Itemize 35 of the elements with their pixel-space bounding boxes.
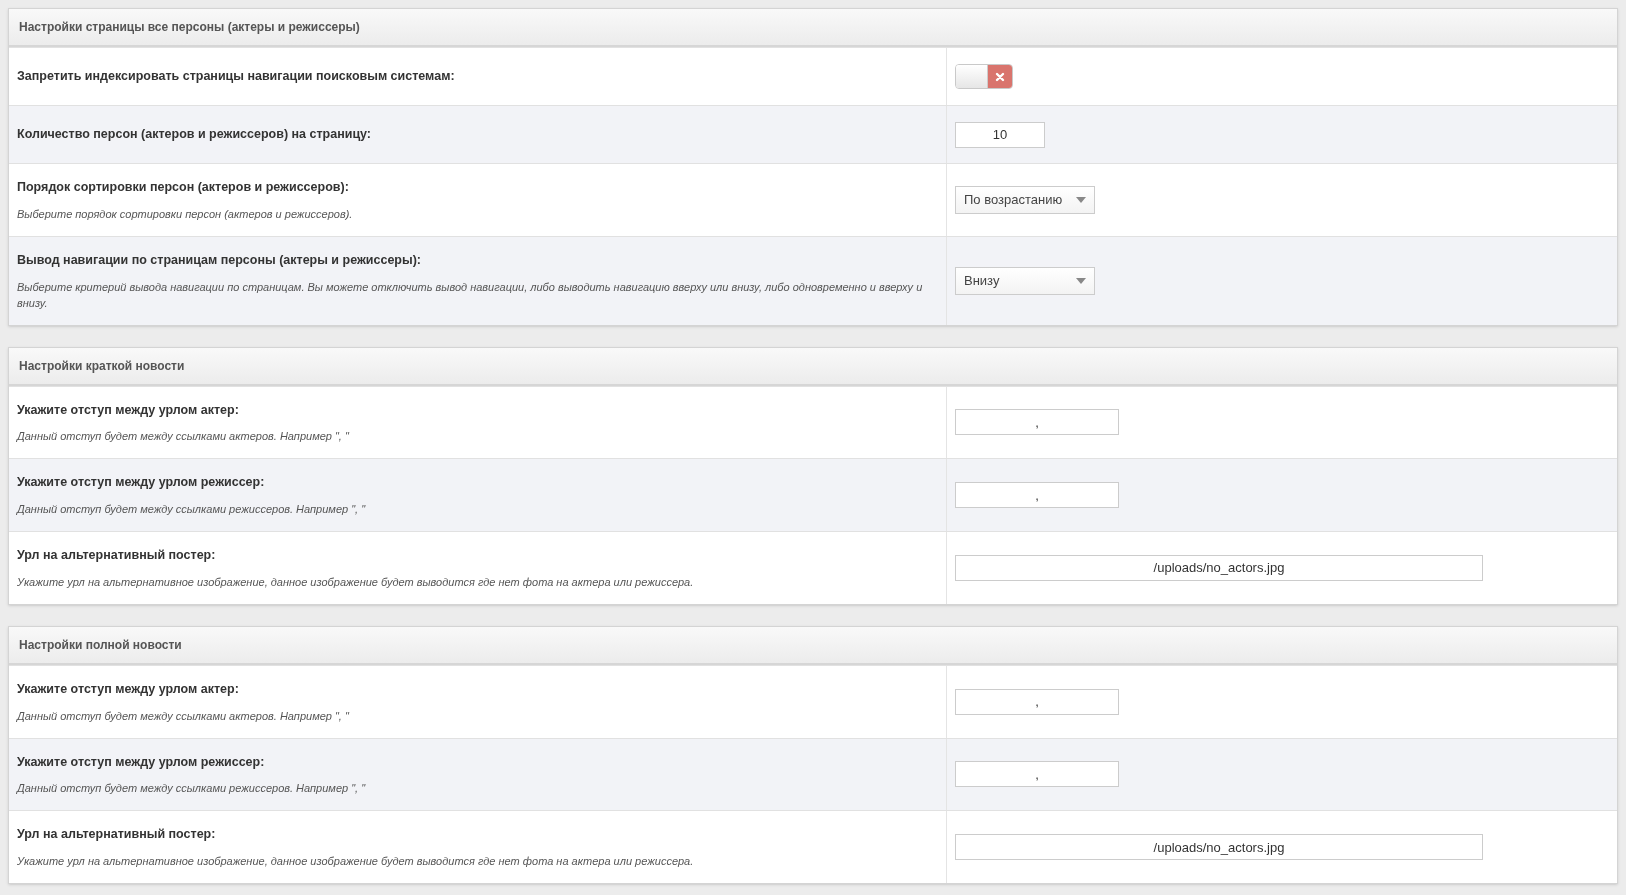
toggle-switch[interactable] (955, 64, 1013, 89)
url-field[interactable]: /uploads/no_actors.jpg (955, 554, 1483, 581)
setting-description: Укажите урл на альтернативное изображение, данное изображение будет выводится где нет фота на актера или режиссера. (17, 854, 695, 869)
setting-label: Урл на альтернативный постер: (17, 547, 217, 564)
separator-field[interactable]: , (955, 761, 1119, 788)
setting-label: Запретить индексировать страницы навигации поисковым системам: (17, 68, 456, 86)
separator-field[interactable]: , (955, 409, 1119, 436)
number-field[interactable]: 10 (955, 121, 1045, 148)
setting-label: Укажите отступ между урлом режиссер: (17, 753, 266, 771)
dropdown-select[interactable]: Внизу (955, 266, 1095, 295)
separator-field[interactable]: , (955, 688, 1119, 715)
caret-down-icon (1076, 277, 1086, 284)
url-field[interactable]: /uploads/no_actors.jpg (955, 834, 1483, 861)
dropdown-select[interactable]: По возрастанию (955, 185, 1095, 214)
setting-label: Укажите отступ между урлом актер: (17, 401, 240, 419)
setting-description: Данный отступ будет между ссылками режиссеров. Например ", " (17, 781, 367, 797)
setting-description: Данный отступ будет между ссылками режиссеров. Например ", " (17, 502, 367, 517)
toggle-knob[interactable] (956, 65, 988, 88)
setting-description: Выберите порядок сортировки персон (актеров и режиссеров). (17, 206, 354, 222)
panel-title: Настройки страницы все персоны (актеры и режиссеры) (19, 19, 360, 36)
setting-description: Данный отступ будет между ссылками актеров. Например ", " (17, 708, 351, 724)
setting-description: Выберите критерий вывода навигации по страницам. Вы можете отключить вывод навигации, либо выводить навигацию вверху или внизу, либо одновременно и вверху и внизу. (17, 279, 924, 311)
setting-label: Количество персон (актеров и режиссеров) на страницу: (17, 126, 373, 144)
separator-field[interactable]: , (955, 482, 1119, 509)
panel-title: Настройки краткой новости (19, 357, 185, 375)
setting-label: Укажите отступ между урлом актер: (17, 680, 240, 698)
setting-label: Вывод навигации по страницам персоны (актеры и режиссеры): (17, 251, 422, 269)
setting-description: Укажите урл на альтернативное изображение, данное изображение будет выводится где нет фота на актера или режиссера. (17, 574, 695, 590)
caret-down-icon (1076, 196, 1086, 203)
setting-label: Урл на альтернативный постер: (17, 826, 217, 844)
setting-label: Укажите отступ между урлом режиссер: (17, 474, 266, 492)
setting-description: Данный отступ будет между ссылками актеров. Например ", " (17, 429, 351, 445)
close-icon (995, 71, 1005, 82)
setting-label: Порядок сортировки персон (актеров и режиссеров): (17, 179, 350, 196)
panel-title: Настройки полной новости (19, 636, 182, 654)
